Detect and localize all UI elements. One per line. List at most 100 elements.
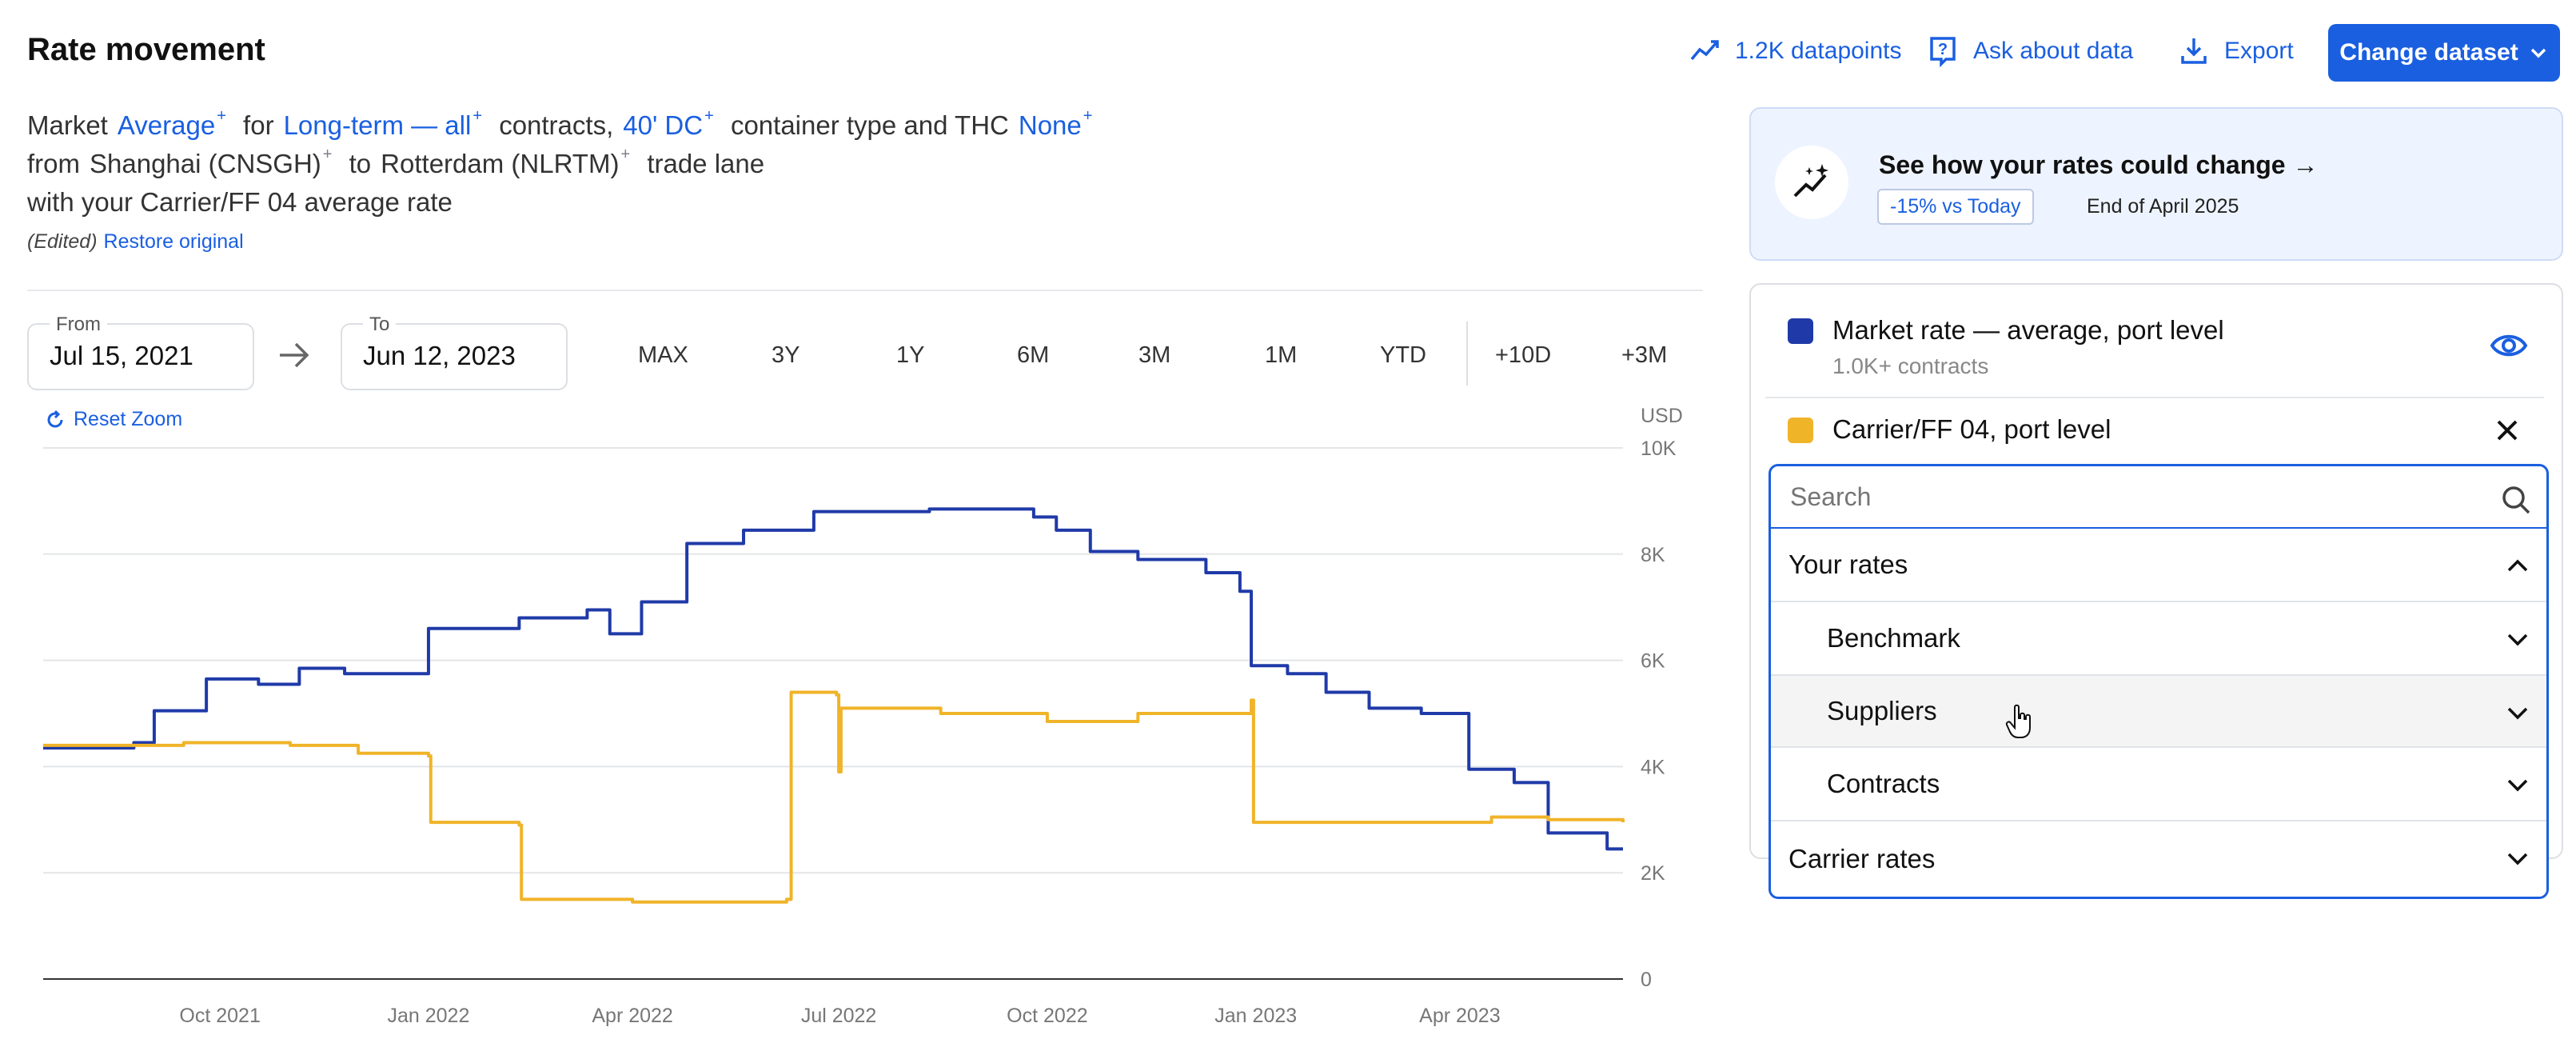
range-3m-button[interactable]: 3M bbox=[1138, 342, 1170, 369]
range-6m-button[interactable]: 6M bbox=[1017, 342, 1049, 369]
carrier-series-title: Carrier/FF 04, port level bbox=[1832, 414, 2111, 444]
x-tick-label: Oct 2021 bbox=[179, 1005, 260, 1027]
edited-label: (Edited) bbox=[27, 230, 98, 253]
eye-icon[interactable] bbox=[2490, 330, 2528, 362]
market-series-title: Market rate — average, port level bbox=[1832, 315, 2224, 345]
ask-label: Ask about data bbox=[1973, 38, 2134, 64]
plus-mark: + bbox=[620, 146, 631, 163]
ask-about-data-button[interactable]: ? Ask about data bbox=[1927, 35, 2133, 67]
market-rate-line bbox=[43, 507, 1623, 851]
market-series-subtitle: 1.0K+ contracts bbox=[1832, 354, 1989, 378]
group-your-rates[interactable]: Your rates bbox=[1771, 529, 2546, 602]
y-tick-label: 10K bbox=[1641, 438, 1677, 460]
rate-forecast-promo[interactable]: See how your rates could change → -15% v… bbox=[1749, 107, 2563, 261]
chevron-down-icon bbox=[2507, 853, 2528, 865]
to-date-field[interactable]: To Jun 12, 2023 bbox=[341, 314, 568, 390]
item-suppliers-label: Suppliers bbox=[1827, 696, 1937, 725]
for-word: for bbox=[243, 110, 274, 140]
forecast-3m-button[interactable]: +3M bbox=[1621, 342, 1667, 369]
restore-original-link[interactable]: Restore original bbox=[104, 230, 244, 253]
carrier-rate-line bbox=[43, 690, 1625, 904]
description-line-2: from Shanghai (CNSGH) + to Rotterdam (NLRTM… bbox=[27, 146, 774, 179]
item-suppliers[interactable]: Suppliers bbox=[1771, 676, 2546, 748]
item-benchmark[interactable]: Benchmark bbox=[1771, 602, 2546, 676]
change-dataset-button[interactable]: Change dataset bbox=[2328, 24, 2560, 82]
plus-mark: + bbox=[473, 107, 483, 125]
market-word: Market bbox=[27, 110, 108, 140]
from-value: Jul 15, 2021 bbox=[50, 341, 193, 370]
y-tick-label: 4K bbox=[1641, 756, 1665, 778]
help-chat-icon: ? bbox=[1930, 37, 1956, 67]
download-icon bbox=[2181, 38, 2207, 64]
x-tick-label: Oct 2022 bbox=[1007, 1005, 1087, 1027]
thc-selector[interactable]: None + bbox=[1018, 107, 1093, 140]
export-button[interactable]: Export bbox=[2178, 35, 2294, 67]
plus-mark: + bbox=[217, 107, 226, 125]
change-dataset-label: Change dataset bbox=[2339, 39, 2518, 66]
item-contracts[interactable]: Contracts bbox=[1771, 748, 2546, 821]
item-contracts-label: Contracts bbox=[1827, 769, 1940, 798]
y-tick-label: 2K bbox=[1641, 862, 1665, 885]
container-selector[interactable]: 40' DC + bbox=[623, 107, 714, 140]
plus-mark: + bbox=[1083, 107, 1093, 125]
promo-badge: -15% vs Today bbox=[1877, 189, 2034, 225]
rate-chart[interactable]: 10K 8K 6K 4K 2K 0 USD Oct 2021 Jan 2022 Apr 2022 J… bbox=[27, 400, 1690, 1040]
origin-value: Shanghai (CNSGH) bbox=[90, 149, 321, 178]
from-date-field[interactable]: From Jul 15, 2021 bbox=[27, 314, 254, 390]
container-value: 40' DC bbox=[623, 110, 704, 140]
chevron-up-icon bbox=[2507, 559, 2528, 572]
page-title: Rate movement bbox=[27, 32, 265, 67]
y-tick-label: 8K bbox=[1641, 544, 1665, 566]
dataset-dropdown: Your rates Benchmark Suppliers Contracts… bbox=[1769, 464, 2549, 899]
divider bbox=[27, 290, 1703, 291]
range-1y-button[interactable]: 1Y bbox=[896, 342, 924, 369]
range-1m-button[interactable]: 1M bbox=[1265, 342, 1297, 369]
x-tick-label: Jan 2023 bbox=[1214, 1005, 1297, 1027]
range-max-button[interactable]: MAX bbox=[638, 342, 688, 369]
datapoints-button[interactable]: 1.2K datapoints bbox=[1689, 35, 1902, 67]
range-separator bbox=[1466, 322, 1468, 386]
hand-cursor-icon bbox=[2005, 704, 2031, 738]
destination-value: Rotterdam (NLRTM) bbox=[381, 149, 620, 178]
range-3y-button[interactable]: 3Y bbox=[772, 342, 800, 369]
description-line-3: with your Carrier/FF 04 average rate bbox=[27, 187, 453, 217]
promo-title: See how your rates could change → bbox=[1879, 150, 2319, 179]
to-value: Jun 12, 2023 bbox=[363, 341, 516, 370]
promo-date: End of April 2025 bbox=[2087, 195, 2239, 218]
chevron-down-icon bbox=[2507, 707, 2528, 720]
chevron-down-icon bbox=[2507, 779, 2528, 792]
chevron-down-icon bbox=[2507, 633, 2528, 646]
item-benchmark-label: Benchmark bbox=[1827, 623, 1960, 653]
contract-selector[interactable]: Long-term — all + bbox=[284, 107, 483, 140]
origin-selector[interactable]: Shanghai (CNSGH) + bbox=[90, 146, 333, 178]
chevron-down-icon bbox=[2530, 48, 2546, 58]
search-input[interactable] bbox=[1788, 481, 2447, 513]
destination-selector[interactable]: Rotterdam (NLRTM) + bbox=[381, 146, 631, 178]
carrier-series-swatch bbox=[1788, 418, 1813, 443]
market-selector[interactable]: Average + bbox=[117, 107, 226, 140]
y-axis-unit: USD bbox=[1641, 405, 1683, 427]
x-tick-label: Jan 2022 bbox=[388, 1005, 470, 1027]
y-tick-label: 6K bbox=[1641, 650, 1665, 673]
close-icon[interactable] bbox=[2494, 418, 2520, 443]
range-ytd-button[interactable]: YTD bbox=[1380, 342, 1426, 369]
y-tick-label: 0 bbox=[1641, 969, 1652, 991]
container-text: container type and THC bbox=[730, 110, 1009, 140]
export-label: Export bbox=[2224, 38, 2294, 64]
to-word: to bbox=[349, 149, 372, 178]
plus-mark: + bbox=[322, 146, 333, 163]
trade-lane-word: trade lane bbox=[647, 149, 765, 178]
arrow-right-icon bbox=[280, 342, 309, 368]
forecast-10d-button[interactable]: +10D bbox=[1495, 342, 1551, 369]
group-carrier-rates[interactable]: Carrier rates bbox=[1771, 821, 2546, 897]
contracts-word: contracts, bbox=[499, 110, 614, 140]
trend-up-icon bbox=[1690, 40, 1719, 61]
plus-mark: + bbox=[704, 107, 714, 125]
market-value: Average bbox=[117, 110, 216, 140]
sparkle-chart-icon bbox=[1775, 146, 1848, 219]
restore-line: (Edited) Restore original bbox=[27, 230, 244, 254]
from-word: from bbox=[27, 149, 80, 178]
group-your-rates-label: Your rates bbox=[1788, 549, 1908, 579]
to-label: To bbox=[363, 314, 397, 336]
thc-value: None bbox=[1018, 110, 1082, 140]
